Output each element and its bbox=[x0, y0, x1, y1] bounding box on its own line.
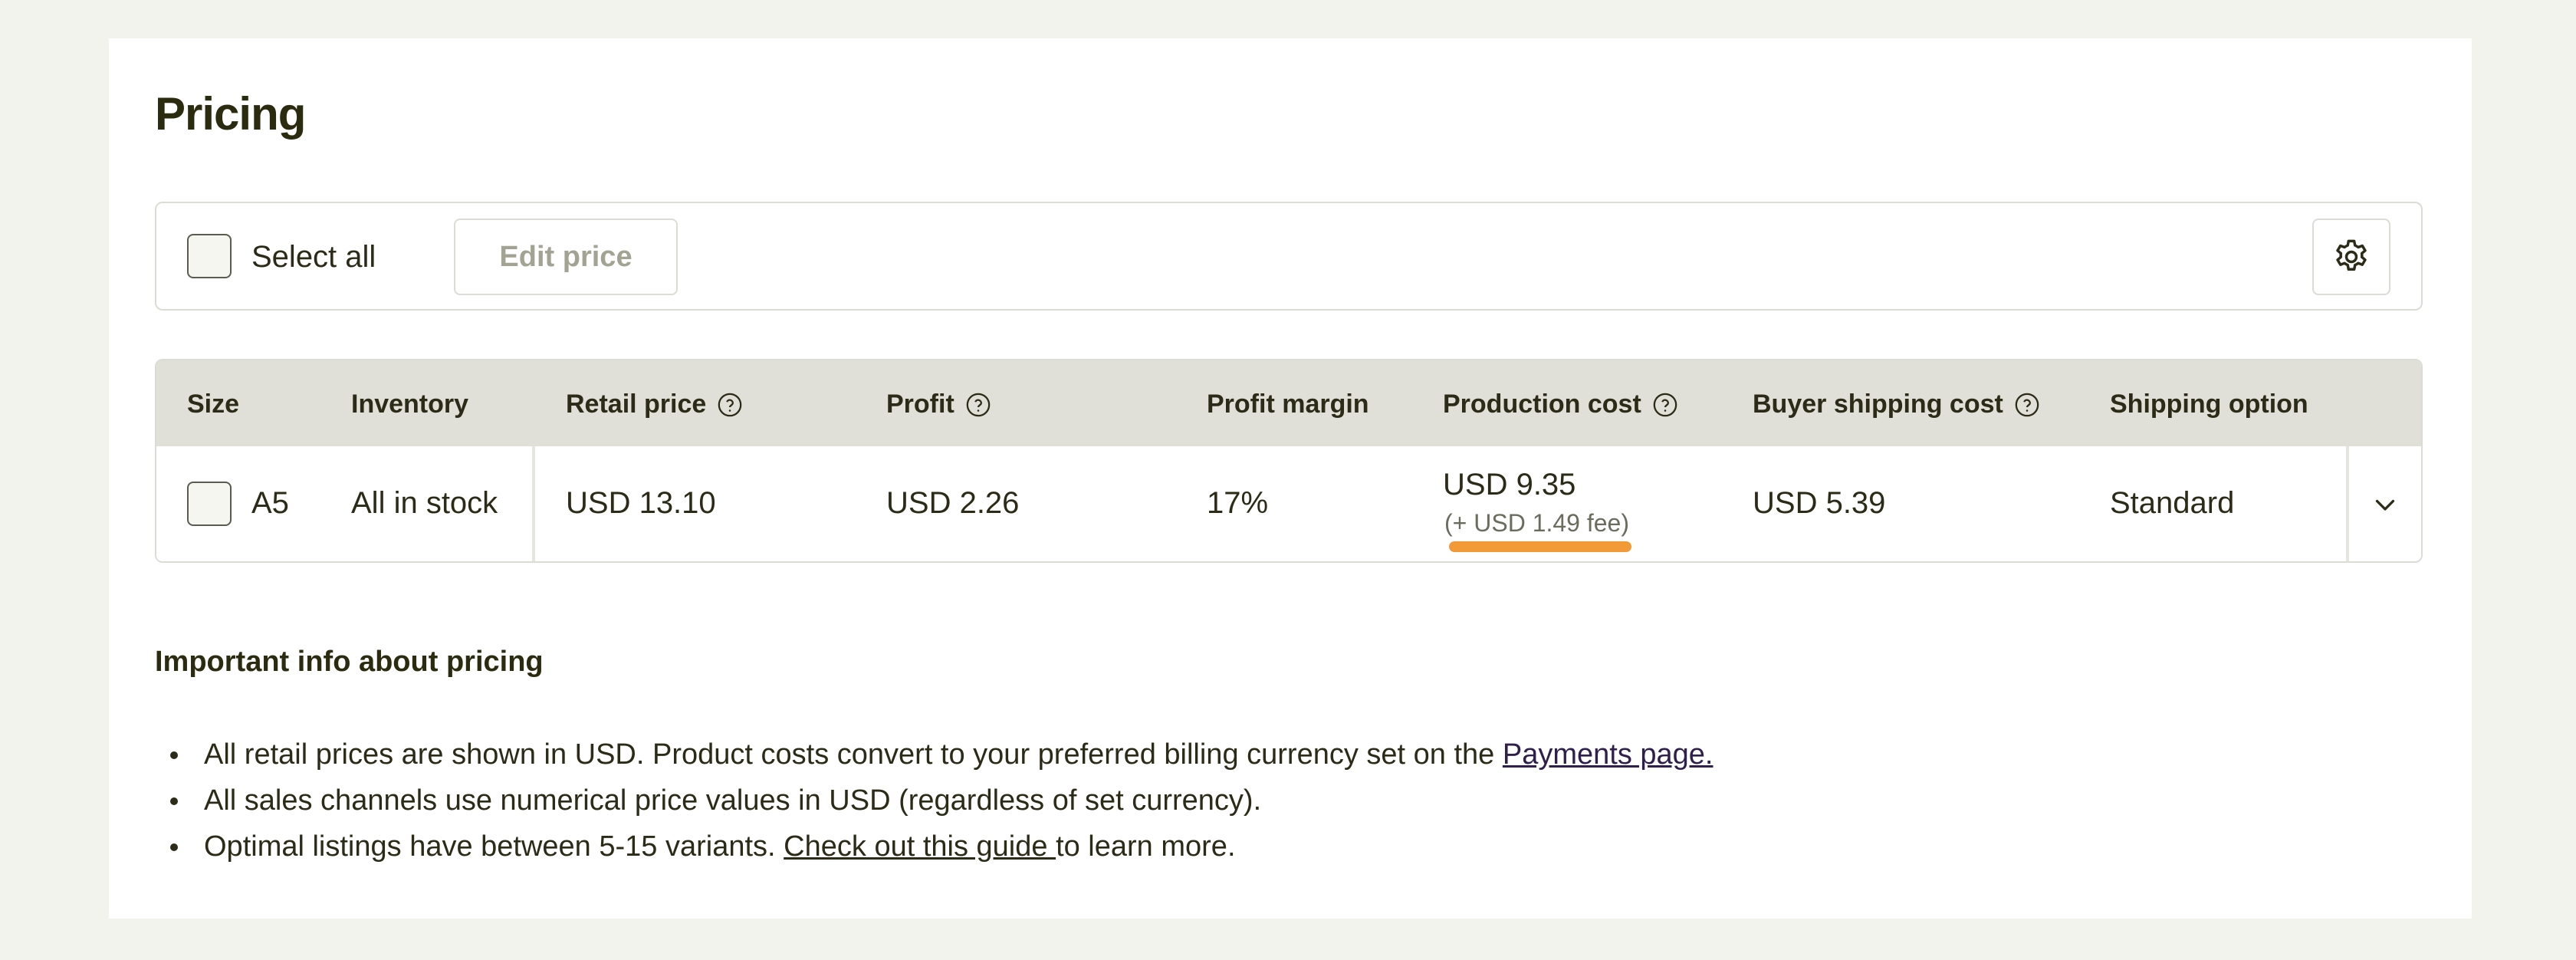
row-checkbox[interactable] bbox=[187, 482, 232, 526]
page-title: Pricing bbox=[155, 88, 306, 140]
cell-retail-price: USD 13.10 bbox=[566, 486, 716, 520]
list-item: Optimal listings have between 5-15 varia… bbox=[155, 824, 1713, 870]
select-all-label[interactable]: Select all bbox=[251, 240, 376, 275]
pricing-toolbar: Select all Edit price bbox=[155, 202, 2423, 311]
cell-shipping-option: Standard bbox=[2110, 486, 2235, 520]
help-icon[interactable] bbox=[717, 392, 743, 418]
select-all-checkbox[interactable] bbox=[187, 234, 232, 278]
pricing-table: Size Inventory Retail price Profit Profi… bbox=[155, 359, 2423, 563]
header-profit: Profit bbox=[886, 390, 991, 419]
gear-icon bbox=[2336, 239, 2367, 271]
header-production-cost: Production cost bbox=[1443, 390, 1678, 419]
chevron-down-icon bbox=[2375, 499, 2395, 511]
column-divider bbox=[532, 446, 535, 561]
settings-button[interactable] bbox=[2312, 219, 2390, 295]
table-row: A5 All in stock USD 13.10 USD 2.26 17% U… bbox=[156, 446, 2421, 561]
cell-inventory: All in stock bbox=[351, 486, 498, 520]
list-item: All retail prices are shown in USD. Prod… bbox=[155, 732, 1713, 778]
cell-profit: USD 2.26 bbox=[886, 486, 1020, 520]
table-header: Size Inventory Retail price Profit Profi… bbox=[156, 360, 2421, 446]
header-retail-price: Retail price bbox=[566, 390, 743, 419]
header-shipping-option: Shipping option bbox=[2110, 390, 2308, 419]
info-list: All retail prices are shown in USD. Prod… bbox=[155, 732, 1713, 870]
fee-highlight-underline bbox=[1449, 541, 1631, 552]
header-inventory: Inventory bbox=[351, 390, 469, 419]
edit-price-button[interactable]: Edit price bbox=[454, 219, 678, 295]
payments-page-link[interactable]: Payments page. bbox=[1503, 738, 1714, 771]
cell-production-cost: USD 9.35 bbox=[1443, 468, 1576, 501]
pricing-card: Pricing Select all Edit price Size Inven… bbox=[109, 38, 2472, 919]
header-size: Size bbox=[187, 390, 240, 419]
list-item: All sales channels use numerical price v… bbox=[155, 778, 1713, 824]
expand-row-button[interactable] bbox=[2349, 446, 2421, 561]
help-icon[interactable] bbox=[2014, 392, 2040, 418]
info-heading: Important info about pricing bbox=[155, 646, 544, 678]
variants-guide-link[interactable]: Check out this guide bbox=[784, 830, 1056, 863]
cell-size: A5 bbox=[251, 486, 289, 520]
help-icon[interactable] bbox=[965, 392, 991, 418]
help-icon[interactable] bbox=[1652, 392, 1678, 418]
cell-profit-margin: 17% bbox=[1207, 486, 1269, 520]
header-buyer-shipping-cost: Buyer shipping cost bbox=[1753, 390, 2040, 419]
cell-production-fee: (+ USD 1.49 fee) bbox=[1444, 509, 1629, 537]
cell-buyer-shipping-cost: USD 5.39 bbox=[1753, 486, 1886, 520]
header-profit-margin: Profit margin bbox=[1207, 390, 1369, 419]
